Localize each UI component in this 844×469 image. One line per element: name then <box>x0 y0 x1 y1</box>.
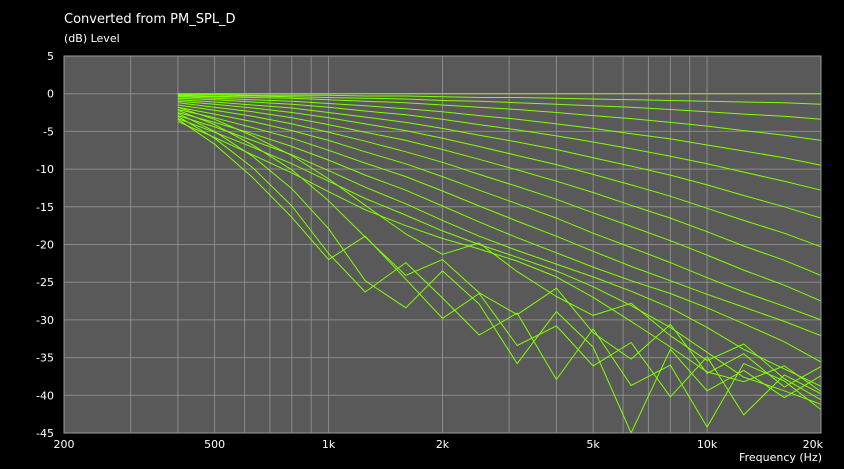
y-tick-label: 5 <box>47 50 54 63</box>
frequency-response-plot: 5 0 -5 -10 -15 -20 -25 -30 -35 -40 -45200 500 1k 2k 5k… <box>36 50 824 451</box>
y-tick-label: -40 <box>36 389 54 402</box>
x-tick-label: 20k <box>803 438 824 451</box>
y-tick-label: 0 <box>47 88 54 101</box>
y-tick-label: -25 <box>36 276 54 289</box>
x-tick-label: 1k <box>322 438 336 451</box>
y-tick-label: -15 <box>36 201 54 214</box>
y-tick-label: -10 <box>36 163 54 176</box>
x-tick-label: 200 <box>54 438 75 451</box>
x-tick-label: 10k <box>697 438 718 451</box>
x-tick-label: 500 <box>204 438 225 451</box>
grid <box>64 56 821 433</box>
y-tick-label: -45 <box>36 427 54 440</box>
y-tick-label: -30 <box>36 314 54 327</box>
x-tick-label: 5k <box>586 438 600 451</box>
y-tick-label: -5 <box>43 125 54 138</box>
x-tick-label: 2k <box>436 438 450 451</box>
y-tick-label: -35 <box>36 352 54 365</box>
y-tick-label: -20 <box>36 239 54 252</box>
